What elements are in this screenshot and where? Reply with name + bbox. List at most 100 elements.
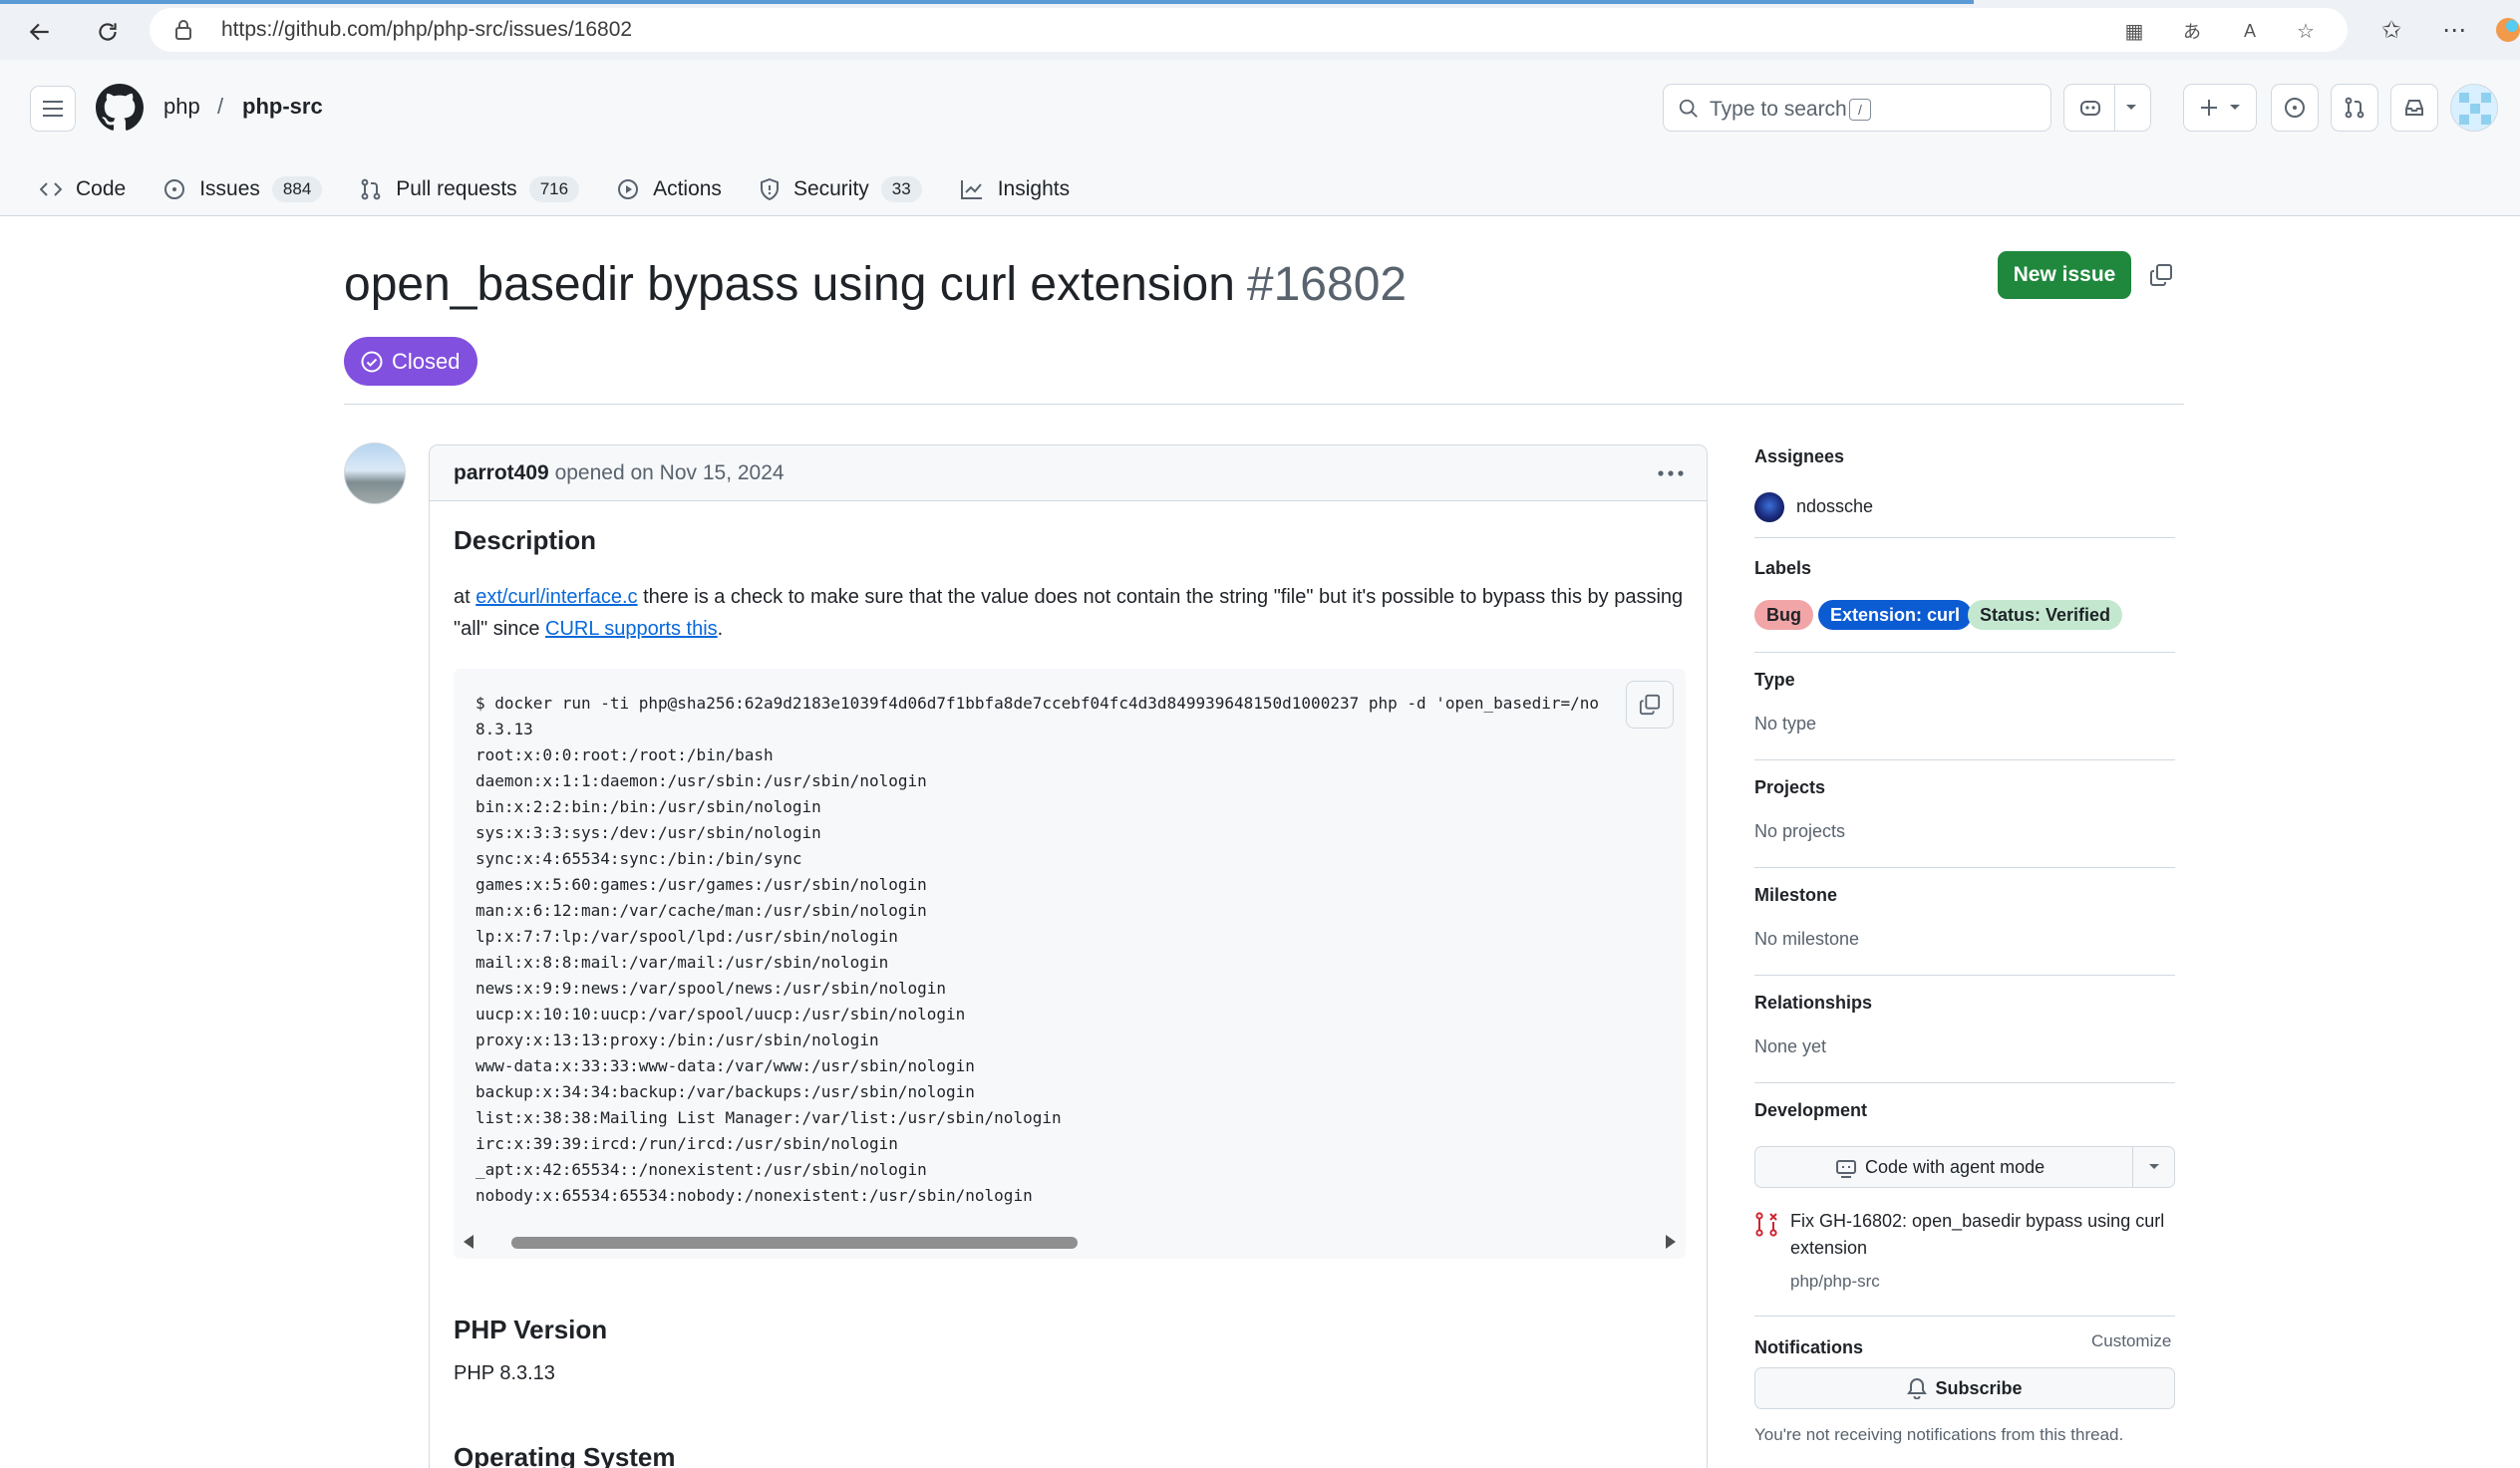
interface-c-link[interactable]: ext/curl/interface.c (475, 586, 637, 608)
notifications-label: Notifications (1754, 1337, 1864, 1357)
tab-issues-label: Issues (199, 177, 260, 200)
relationships-label[interactable]: Relationships (1754, 993, 1872, 1014)
read-aloud-icon[interactable]: A (2237, 18, 2263, 44)
description-heading: Description (454, 525, 597, 555)
tab-pull-requests[interactable]: Pull requests 716 (360, 176, 580, 202)
title-divider (344, 404, 2184, 405)
pull-requests-button[interactable] (2331, 84, 2378, 132)
comment-opened-date: opened on Nov 15, 2024 (554, 461, 785, 484)
create-new-button[interactable] (2183, 84, 2257, 132)
issue-opened-icon (164, 179, 185, 199)
inbox-button[interactable] (2390, 84, 2438, 132)
tab-insights[interactable]: Insights (960, 177, 1070, 201)
code-line: _apt:x:42:65534::/nonexistent:/usr/sbin/… (475, 1160, 927, 1179)
back-arrow-icon (29, 23, 49, 41)
label-status-verified[interactable]: Status: Verified (1968, 600, 2123, 630)
copy-icon (1639, 694, 1661, 716)
security-counter: 33 (880, 176, 922, 202)
favorite-star-icon[interactable]: ☆ (2293, 18, 2319, 44)
code-line: daemon:x:1:1:daemon:/usr/sbin:/usr/sbin/… (475, 771, 927, 790)
new-issue-button[interactable]: New issue (1998, 251, 2131, 299)
code-line: proxy:x:13:13:proxy:/bin:/usr/sbin/nolog… (475, 1030, 879, 1049)
identicon-icon (2459, 93, 2491, 125)
sidebar-divider (1754, 759, 2175, 760)
sidebar-divider (1754, 652, 2175, 653)
search-icon (1679, 99, 1698, 118)
label-bug[interactable]: Bug (1754, 600, 1813, 630)
reload-button[interactable] (88, 12, 128, 52)
search-input[interactable]: Type to search / (1663, 84, 2051, 132)
url-text[interactable]: https://github.com/php/php-src/issues/16… (221, 18, 632, 42)
os-heading: Operating System (454, 1442, 676, 1468)
comment-header: parrot409 opened on Nov 15, 2024 (430, 445, 1707, 501)
linked-pr-repo[interactable]: php/php-src (1790, 1272, 1880, 1292)
chevron-down-icon (2148, 1164, 2159, 1169)
search-shortcut-key: / (1849, 99, 1871, 121)
copilot-icon (2079, 101, 2100, 116)
shield-icon (760, 178, 779, 200)
issue-title-text: open_basedir bypass using curl extension (344, 258, 1235, 311)
copy-link-button[interactable] (2145, 259, 2177, 291)
favorites-icon[interactable]: ✩ (2375, 14, 2407, 46)
github-header: php / php-src Type to search / Code Issu… (0, 60, 2520, 216)
comment-options-button[interactable] (1655, 459, 1687, 487)
type-label[interactable]: Type (1754, 670, 1795, 691)
code-horizontal-scrollbar[interactable] (454, 1231, 1686, 1253)
development-label[interactable]: Development (1754, 1100, 1867, 1121)
reload-icon (99, 23, 117, 41)
agent-dropdown-button[interactable] (2132, 1147, 2174, 1187)
breadcrumb-repo[interactable]: php-src (242, 94, 323, 120)
label-extension-curl[interactable]: Extension: curl (1818, 600, 1973, 630)
lock-icon (175, 20, 191, 40)
issues-button[interactable] (2271, 84, 2319, 132)
plus-icon (2201, 100, 2217, 116)
copilot-icon[interactable] (2492, 14, 2520, 46)
copy-code-button[interactable] (1626, 681, 1674, 729)
breadcrumb-owner[interactable]: php (163, 94, 200, 120)
customize-link[interactable]: Customize (2091, 1331, 2171, 1351)
code-line: list:x:38:38:Mailing List Manager:/var/l… (475, 1108, 1062, 1127)
milestone-label[interactable]: Milestone (1754, 885, 1837, 906)
type-value: No type (1754, 714, 1817, 734)
agent-icon (1836, 1159, 1856, 1178)
desc-text: . (717, 618, 724, 640)
app-available-icon[interactable]: ▦ (2121, 18, 2147, 44)
php-version-heading: PHP Version (454, 1315, 608, 1344)
labels-label[interactable]: Labels (1754, 558, 1811, 579)
code-line: news:x:9:9:news:/var/spool/news:/usr/sbi… (475, 979, 947, 998)
projects-label[interactable]: Projects (1754, 777, 1825, 798)
tab-actions[interactable]: Actions (617, 177, 722, 201)
kebab-horizontal-icon (1658, 470, 1684, 476)
code-content: $ docker run -ti php@sha256:62a9d2183e10… (475, 691, 1599, 1209)
scroll-right-arrow-icon[interactable] (1666, 1235, 1676, 1249)
curl-supports-link[interactable]: CURL supports this (545, 618, 718, 640)
code-line: games:x:5:60:games:/usr/games:/usr/sbin/… (475, 875, 927, 894)
tab-security[interactable]: Security 33 (760, 176, 922, 202)
translate-icon[interactable]: あ (2179, 18, 2205, 44)
back-button[interactable] (20, 12, 60, 52)
address-bar[interactable]: https://github.com/php/php-src/issues/16… (150, 8, 2348, 52)
code-line: man:x:6:12:man:/var/cache/man:/usr/sbin/… (475, 901, 927, 920)
search-placeholder: Type to search (1710, 98, 1847, 121)
scroll-thumb[interactable] (511, 1237, 1078, 1249)
github-logo-icon[interactable] (96, 84, 144, 132)
subscribe-button[interactable]: Subscribe (1754, 1367, 2175, 1409)
scroll-left-arrow-icon[interactable] (464, 1235, 473, 1249)
more-options-icon[interactable]: ⋯ (2438, 14, 2470, 46)
user-avatar[interactable] (2450, 84, 2498, 132)
breadcrumb-separator: / (217, 94, 224, 119)
code-with-agent-button[interactable]: Code with agent mode (1754, 1146, 2175, 1188)
inbox-icon (2405, 100, 2423, 116)
subscribe-label: Subscribe (1935, 1377, 2023, 1398)
code-line: root:x:0:0:root:/root:/bin/bash (475, 745, 774, 764)
linked-pull-request-link[interactable]: Fix GH-16802: open_basedir bypass using … (1790, 1208, 2175, 1262)
code-icon (40, 182, 62, 196)
copilot-button[interactable] (2063, 84, 2151, 132)
author-avatar[interactable] (344, 442, 406, 504)
code-line: bin:x:2:2:bin:/bin:/usr/sbin/nologin (475, 797, 821, 816)
labels-section: Labels Bug Extension: curl Status: Verif… (1754, 439, 2175, 653)
hamburger-menu-button[interactable] (30, 86, 76, 132)
tab-code[interactable]: Code (40, 177, 126, 201)
comment-author[interactable]: parrot409 (454, 461, 549, 484)
tab-issues[interactable]: Issues 884 (163, 176, 323, 202)
